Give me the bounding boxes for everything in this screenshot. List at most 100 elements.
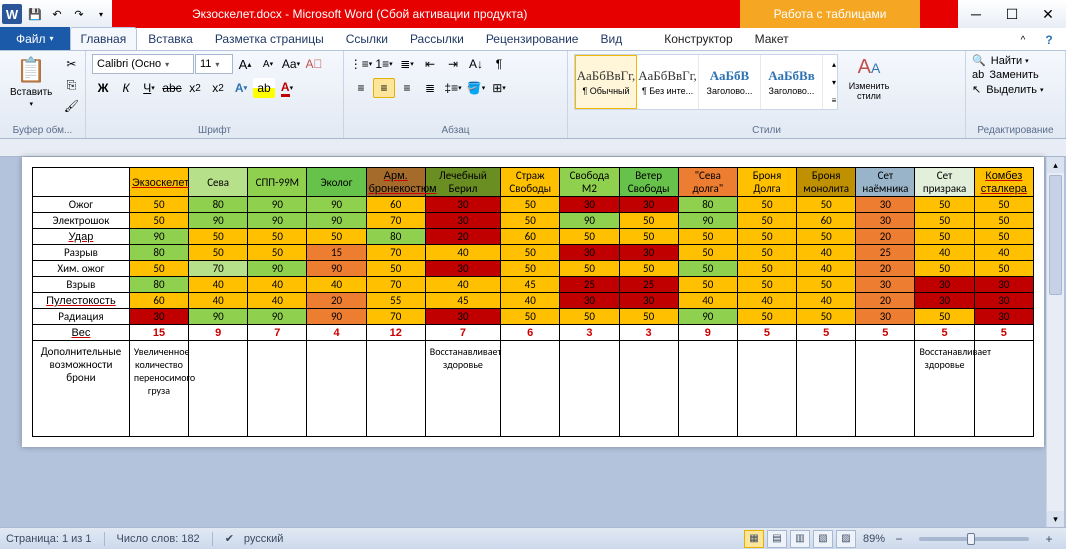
table-cell[interactable]: 30 xyxy=(560,197,619,213)
tab-review[interactable]: Рецензирование xyxy=(475,27,590,50)
table-cell[interactable]: 90 xyxy=(248,197,307,213)
table-cell[interactable]: 20 xyxy=(856,229,915,245)
align-center[interactable]: ≡ xyxy=(373,78,395,98)
table-cell[interactable]: 50 xyxy=(678,229,737,245)
show-marks[interactable]: ¶ xyxy=(488,54,510,74)
status-lang[interactable]: русский xyxy=(244,533,283,545)
scroll-down[interactable]: ▾ xyxy=(1047,511,1064,527)
table-cell[interactable]: 25 xyxy=(856,245,915,261)
strike-button[interactable]: abc xyxy=(161,78,183,98)
table-cell[interactable]: 50 xyxy=(248,245,307,261)
table-cell[interactable] xyxy=(366,341,425,437)
table-cell[interactable] xyxy=(619,341,678,437)
table-cell[interactable]: 50 xyxy=(129,213,188,229)
qat-save[interactable]: 💾 xyxy=(24,3,46,25)
table-cell[interactable]: 40 xyxy=(248,277,307,293)
table-cell[interactable]: 50 xyxy=(974,229,1033,245)
table-cell[interactable]: 30 xyxy=(856,277,915,293)
table-cell[interactable]: 30 xyxy=(425,197,500,213)
table-cell[interactable]: 40 xyxy=(974,245,1033,261)
table-cell[interactable] xyxy=(678,341,737,437)
table-cell[interactable]: 15 xyxy=(129,325,188,341)
table-cell[interactable]: 55 xyxy=(366,293,425,309)
table-cell[interactable]: 50 xyxy=(189,229,248,245)
grow-font[interactable]: A▴ xyxy=(234,54,256,74)
tab-page-layout[interactable]: Разметка страницы xyxy=(204,27,335,50)
table-cell[interactable]: 70 xyxy=(189,261,248,277)
table-cell[interactable]: Восстанавливает здоровье xyxy=(915,341,974,437)
font-color[interactable]: A▾ xyxy=(276,78,298,98)
table-cell[interactable]: 90 xyxy=(678,213,737,229)
format-painter[interactable]: 🖌 xyxy=(60,96,82,116)
scroll-thumb[interactable] xyxy=(1049,175,1062,295)
table-cell[interactable] xyxy=(797,341,856,437)
minimize-button[interactable]: ─ xyxy=(958,1,994,27)
copy-button[interactable]: ⎘ xyxy=(60,75,82,95)
table-cell[interactable]: 3 xyxy=(619,325,678,341)
style-heading2[interactable]: АаБбВвЗаголово... xyxy=(761,55,823,109)
style-no-spacing[interactable]: АаБбВвГг,¶ Без инте... xyxy=(637,55,699,109)
table-cell[interactable]: 90 xyxy=(678,309,737,325)
table-cell[interactable]: 90 xyxy=(307,213,366,229)
table-cell[interactable]: 30 xyxy=(856,197,915,213)
table-cell[interactable]: 40 xyxy=(189,277,248,293)
table-cell[interactable]: 90 xyxy=(189,309,248,325)
table-cell[interactable]: 5 xyxy=(797,325,856,341)
view-outline[interactable]: ▧ xyxy=(813,530,833,548)
table-cell[interactable]: 50 xyxy=(974,197,1033,213)
dec-indent[interactable]: ⇤ xyxy=(419,54,441,74)
zoom-slider[interactable] xyxy=(919,537,1029,541)
table-cell[interactable]: 90 xyxy=(248,309,307,325)
table-cell[interactable]: 50 xyxy=(915,197,974,213)
table-cell[interactable]: 50 xyxy=(248,229,307,245)
table-cell[interactable]: 4 xyxy=(307,325,366,341)
table-cell[interactable]: 5 xyxy=(856,325,915,341)
qat-undo[interactable]: ↶ xyxy=(46,3,68,25)
table-cell[interactable]: 60 xyxy=(797,213,856,229)
table-cell[interactable]: 40 xyxy=(425,277,500,293)
table-cell[interactable]: 40 xyxy=(797,293,856,309)
table-cell[interactable]: 80 xyxy=(678,197,737,213)
qat-redo[interactable]: ↷ xyxy=(68,3,90,25)
table-cell[interactable]: 50 xyxy=(366,261,425,277)
find-button[interactable]: 🔍 Найти▾ xyxy=(972,54,1029,67)
view-draft[interactable]: ▨ xyxy=(836,530,856,548)
table-cell[interactable]: 40 xyxy=(678,293,737,309)
table-cell[interactable]: 50 xyxy=(619,261,678,277)
sort[interactable]: A↓ xyxy=(465,54,487,74)
qat-customize[interactable]: ▾ xyxy=(90,3,112,25)
table-cell[interactable]: 30 xyxy=(425,261,500,277)
justify[interactable]: ≣ xyxy=(419,78,441,98)
table-cell[interactable]: 50 xyxy=(797,229,856,245)
table-cell[interactable]: 25 xyxy=(619,277,678,293)
help-icon[interactable]: ? xyxy=(1038,30,1060,50)
table-cell[interactable]: 60 xyxy=(366,197,425,213)
table-cell[interactable]: 50 xyxy=(678,261,737,277)
table-cell[interactable]: 50 xyxy=(501,197,560,213)
table-cell[interactable]: 50 xyxy=(737,261,796,277)
table-cell[interactable]: 70 xyxy=(366,309,425,325)
table-cell[interactable]: 40 xyxy=(797,261,856,277)
table-cell[interactable] xyxy=(856,341,915,437)
table-cell[interactable]: 6 xyxy=(501,325,560,341)
table-cell[interactable]: 50 xyxy=(797,197,856,213)
table-cell[interactable] xyxy=(307,341,366,437)
table-cell[interactable]: Увеличенное количество переносимого груз… xyxy=(129,341,188,437)
inc-indent[interactable]: ⇥ xyxy=(442,54,464,74)
table-cell[interactable]: 30 xyxy=(425,213,500,229)
table-cell[interactable] xyxy=(189,341,248,437)
table-cell[interactable]: 45 xyxy=(425,293,500,309)
table-cell[interactable]: 30 xyxy=(856,213,915,229)
align-right[interactable]: ≡ xyxy=(396,78,418,98)
table-cell[interactable]: 50 xyxy=(560,261,619,277)
shrink-font[interactable]: A▾ xyxy=(257,54,279,74)
zoom-level[interactable]: 89% xyxy=(863,533,885,545)
bullets[interactable]: ⋮≡▾ xyxy=(350,54,372,74)
table-cell[interactable]: 30 xyxy=(974,309,1033,325)
tab-layout[interactable]: Макет xyxy=(744,27,800,50)
numbering[interactable]: 1≡▾ xyxy=(373,54,395,74)
table-cell[interactable]: 50 xyxy=(737,277,796,293)
subscript[interactable]: x2 xyxy=(184,78,206,98)
close-button[interactable]: ✕ xyxy=(1030,1,1066,27)
table-cell[interactable]: 15 xyxy=(307,245,366,261)
